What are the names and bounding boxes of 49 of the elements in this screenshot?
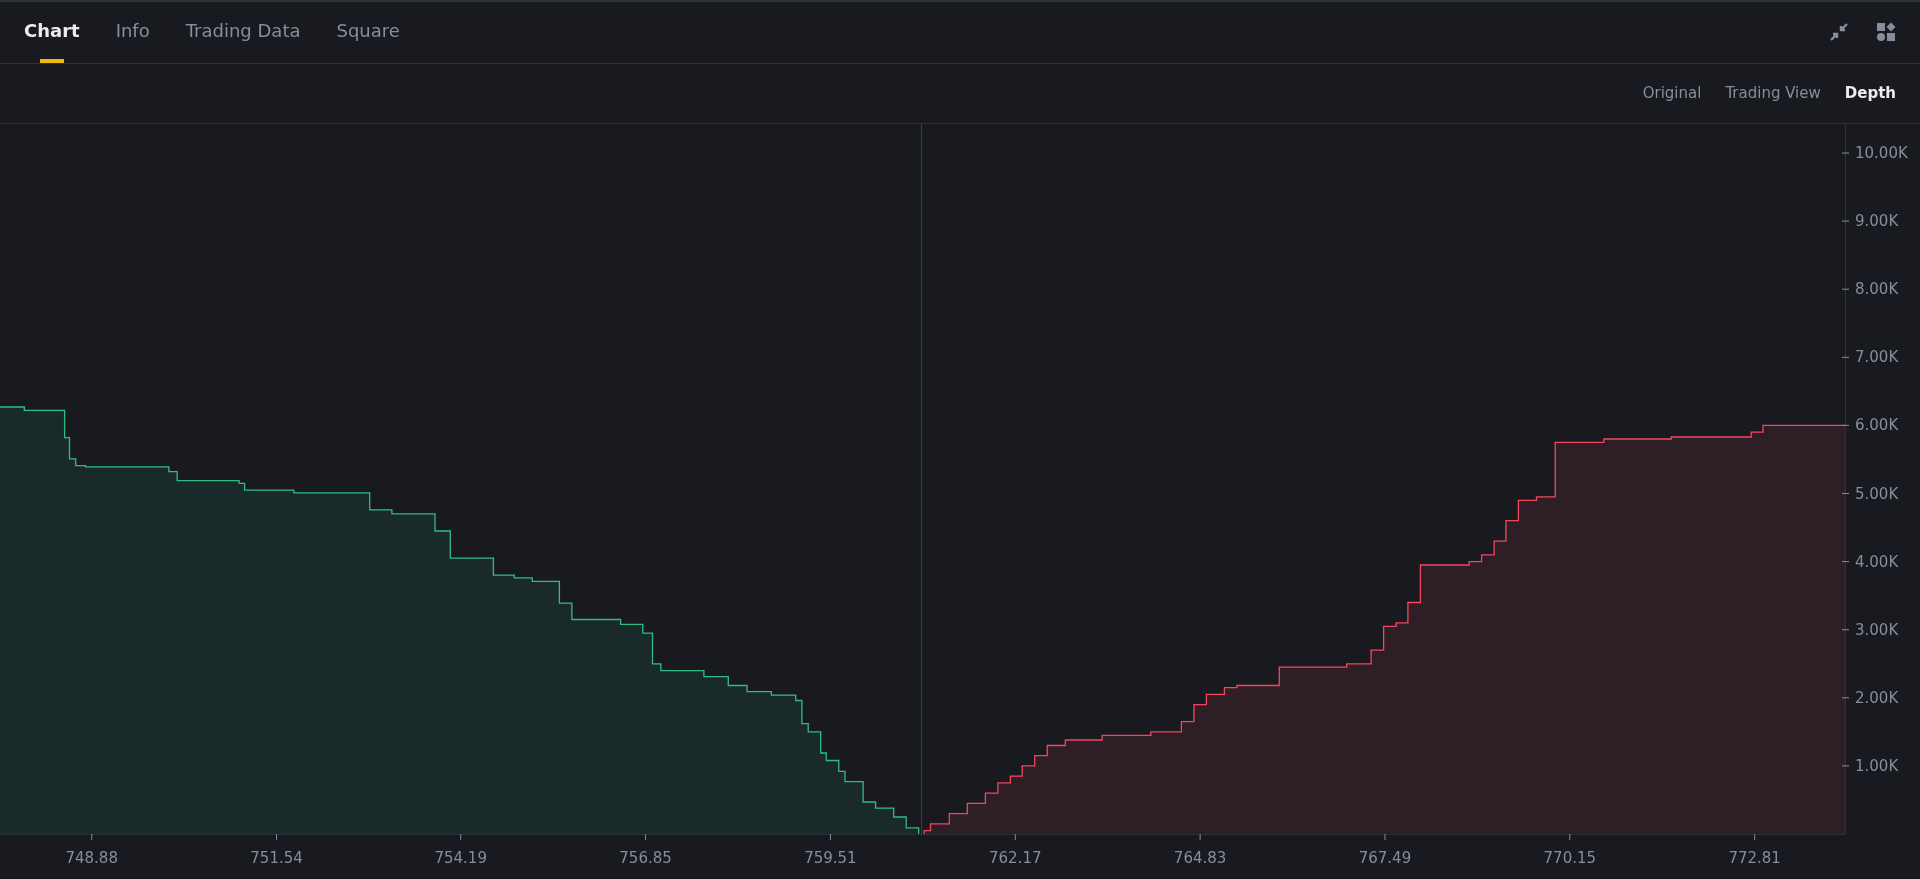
y-axis-label: 5.00K [1841, 484, 1899, 503]
x-tick-label: 770.15 [1543, 849, 1597, 867]
tab[interactable]: Square [336, 2, 400, 63]
tab[interactable]: Trading Data [185, 2, 301, 63]
y-axis-label: 2.00K [1841, 688, 1899, 707]
y-axis-label: 8.00K [1841, 280, 1899, 299]
x-axis-label: 762.17 [989, 833, 1042, 867]
x-tick-label: 756.85 [619, 849, 672, 867]
y-tick-label: 10.00K [1855, 144, 1909, 163]
x-tick-label: 754.19 [434, 849, 487, 867]
y-tick-label: 4.00K [1855, 552, 1900, 571]
x-axis-label: 764.83 [1173, 833, 1227, 867]
view-option[interactable]: Depth [1844, 84, 1896, 103]
y-axis-label: 1.00K [1841, 756, 1899, 775]
x-tick-label: 764.83 [1173, 849, 1227, 867]
x-axis-label: 754.19 [434, 833, 487, 867]
y-axis-label: 9.00K [1841, 212, 1899, 231]
x-axis-label: 759.51 [804, 833, 857, 867]
x-tick-label: 772.81 [1728, 849, 1781, 867]
collapse-arrows-icon[interactable] [1830, 23, 1848, 42]
x-axis-label: 770.15 [1543, 833, 1597, 867]
y-tick-label: 1.00K [1855, 756, 1900, 775]
y-tick-label: 5.00K [1855, 484, 1900, 503]
tab[interactable]: Info [115, 2, 150, 63]
widgets-icon[interactable] [1876, 22, 1896, 43]
y-axis-label: 7.00K [1841, 348, 1899, 367]
y-tick-label: 8.00K [1855, 280, 1900, 299]
x-tick-label: 759.51 [804, 849, 857, 867]
x-tick-label: 762.17 [989, 849, 1042, 867]
x-axis-label: 751.54 [250, 833, 303, 867]
y-tick-label: 7.00K [1855, 348, 1900, 367]
y-axis-label: 3.00K [1841, 620, 1899, 639]
view-option[interactable]: Trading View [1725, 84, 1821, 103]
y-tick-label: 6.00K [1855, 416, 1900, 435]
y-tick-label: 2.00K [1855, 688, 1900, 707]
y-axis-label: 10.00K [1841, 144, 1908, 162]
tab[interactable]: Chart [24, 2, 80, 63]
y-axis-label: 6.00K [1841, 416, 1899, 435]
x-tick-label: 748.88 [65, 849, 118, 867]
view-option[interactable]: Original [1642, 84, 1702, 103]
y-axis-label: 4.00K [1841, 552, 1899, 571]
x-axis-label: 748.88 [65, 833, 118, 867]
x-tick-label: 767.49 [1358, 849, 1412, 867]
y-tick-label: 3.00K [1855, 620, 1900, 639]
x-axis-label: 767.49 [1358, 833, 1412, 867]
x-axis-label: 756.85 [619, 833, 672, 867]
y-tick-label: 9.00K [1855, 212, 1900, 231]
x-tick-label: 751.54 [250, 849, 303, 867]
x-axis-label: 772.81 [1728, 833, 1781, 867]
